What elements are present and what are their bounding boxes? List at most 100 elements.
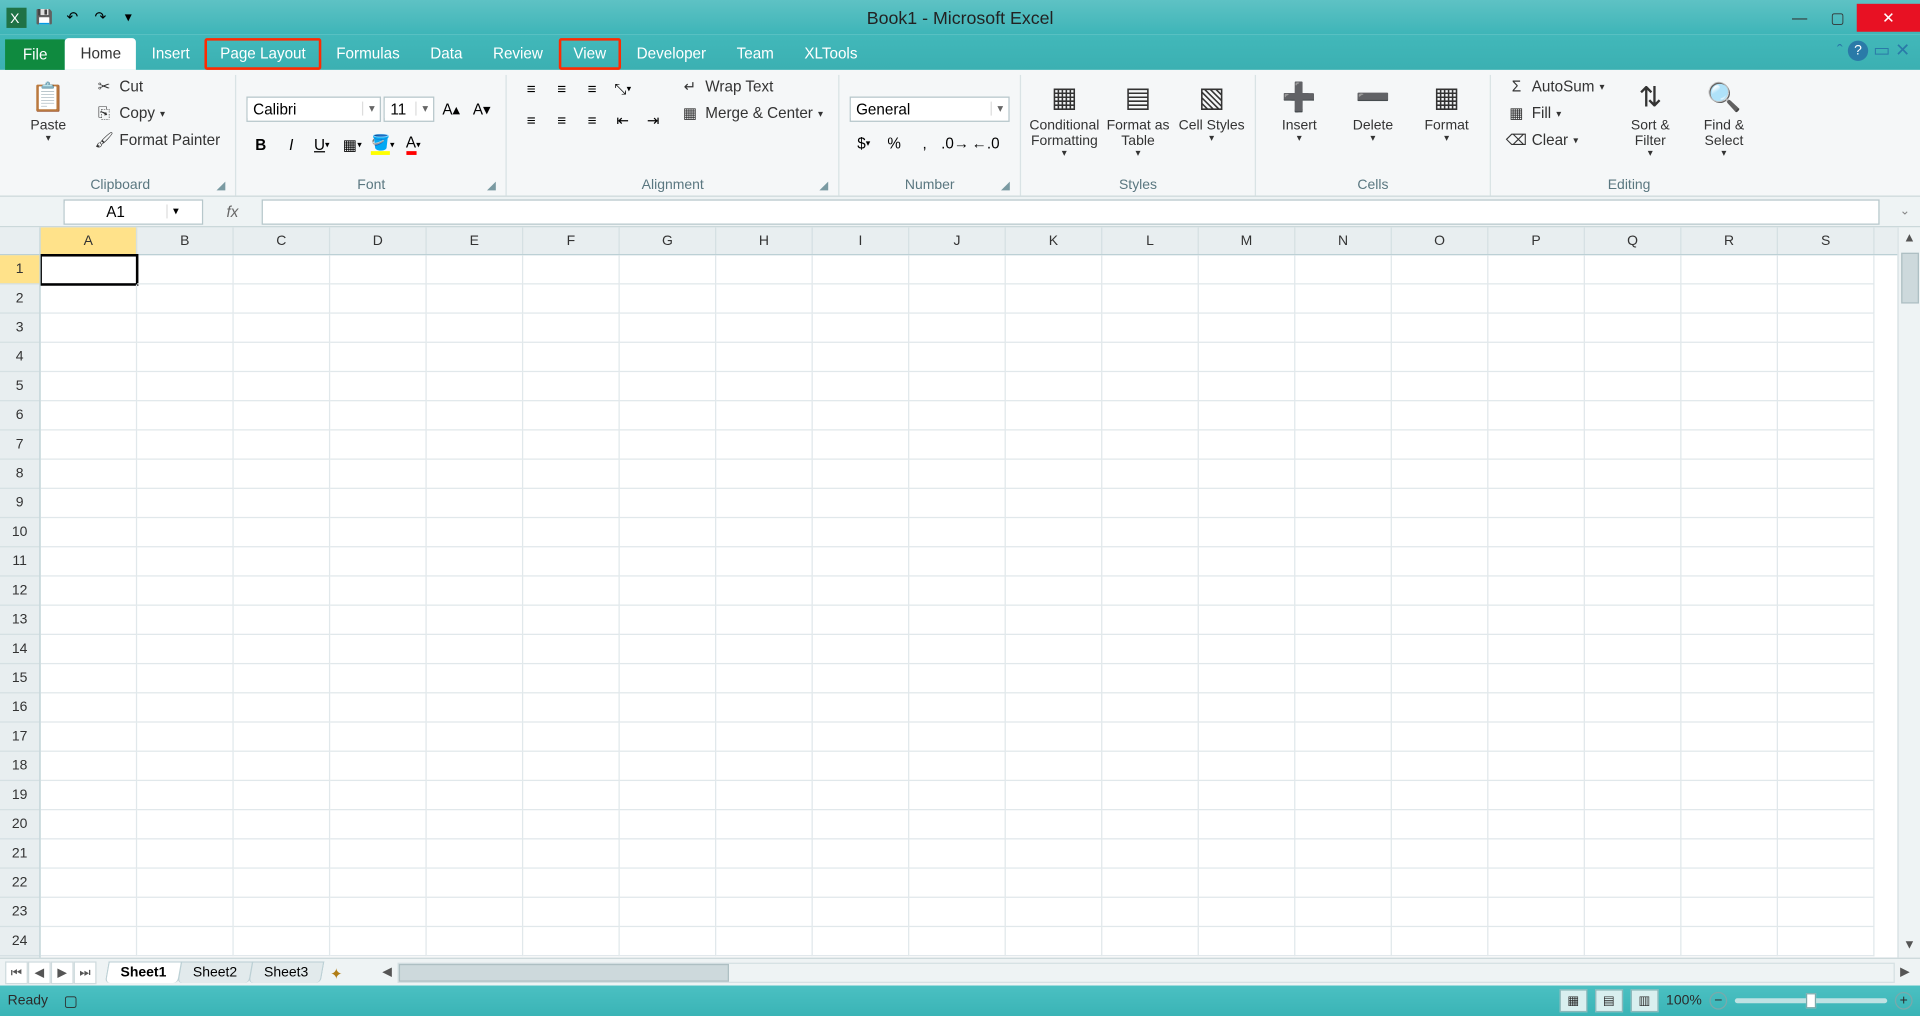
hscroll-thumb[interactable] <box>399 963 729 981</box>
cell-R12[interactable] <box>1681 577 1778 606</box>
cell-K21[interactable] <box>1006 839 1103 868</box>
cell-J15[interactable] <box>909 664 1006 693</box>
cell-K22[interactable] <box>1006 869 1103 898</box>
cell-H18[interactable] <box>716 752 813 781</box>
row-header-18[interactable]: 18 <box>0 752 39 781</box>
cell-B7[interactable] <box>137 431 234 460</box>
page-break-view-icon[interactable]: ▥ <box>1631 989 1659 1012</box>
tab-xltools[interactable]: XLTools <box>789 38 873 70</box>
doc-close-icon[interactable]: ✕ <box>1895 39 1910 61</box>
cell-N20[interactable] <box>1295 810 1392 839</box>
cell-N9[interactable] <box>1295 489 1392 518</box>
cell-A22[interactable] <box>41 869 138 898</box>
cell-M22[interactable] <box>1199 869 1296 898</box>
cell-J3[interactable] <box>909 314 1006 343</box>
cell-G19[interactable] <box>620 781 717 810</box>
column-header-G[interactable]: G <box>620 227 717 254</box>
cell-M9[interactable] <box>1199 489 1296 518</box>
increase-font-icon[interactable]: A▴ <box>437 95 465 123</box>
cell-J20[interactable] <box>909 810 1006 839</box>
cell-B13[interactable] <box>137 606 234 635</box>
cell-G21[interactable] <box>620 839 717 868</box>
cell-G23[interactable] <box>620 898 717 927</box>
border-button[interactable]: ▦▾ <box>338 130 366 158</box>
cell-M20[interactable] <box>1199 810 1296 839</box>
cell-A21[interactable] <box>41 839 138 868</box>
cell-E8[interactable] <box>427 460 524 489</box>
cell-E3[interactable] <box>427 314 524 343</box>
column-header-L[interactable]: L <box>1102 227 1199 254</box>
column-header-A[interactable]: A <box>41 227 138 254</box>
cell-J6[interactable] <box>909 401 1006 430</box>
cell-C19[interactable] <box>234 781 331 810</box>
cell-O15[interactable] <box>1392 664 1489 693</box>
cell-K7[interactable] <box>1006 431 1103 460</box>
cell-M18[interactable] <box>1199 752 1296 781</box>
cell-G17[interactable] <box>620 723 717 752</box>
name-box[interactable]: ▾ <box>64 199 204 224</box>
cell-C6[interactable] <box>234 401 331 430</box>
cell-S23[interactable] <box>1778 898 1875 927</box>
zoom-slider[interactable] <box>1735 998 1887 1003</box>
cell-I20[interactable] <box>813 810 910 839</box>
cell-K18[interactable] <box>1006 752 1103 781</box>
cell-J14[interactable] <box>909 635 1006 664</box>
cell-H11[interactable] <box>716 547 813 576</box>
cell-D11[interactable] <box>330 547 427 576</box>
align-left-icon[interactable]: ≡ <box>517 107 545 135</box>
cell-R24[interactable] <box>1681 927 1778 956</box>
cell-C13[interactable] <box>234 606 331 635</box>
cell-J4[interactable] <box>909 343 1006 372</box>
cell-D1[interactable] <box>330 255 427 284</box>
cell-I9[interactable] <box>813 489 910 518</box>
cell-D5[interactable] <box>330 372 427 401</box>
scroll-down-icon[interactable]: ▼ <box>1899 935 1920 958</box>
cell-B2[interactable] <box>137 284 234 313</box>
column-header-K[interactable]: K <box>1006 227 1103 254</box>
cell-G3[interactable] <box>620 314 717 343</box>
cell-K12[interactable] <box>1006 577 1103 606</box>
cell-B19[interactable] <box>137 781 234 810</box>
cell-J1[interactable] <box>909 255 1006 284</box>
cell-D18[interactable] <box>330 752 427 781</box>
cell-D13[interactable] <box>330 606 427 635</box>
cell-D22[interactable] <box>330 869 427 898</box>
cell-L23[interactable] <box>1102 898 1199 927</box>
bold-button[interactable]: B <box>247 130 275 158</box>
cell-G13[interactable] <box>620 606 717 635</box>
tab-home[interactable]: Home <box>65 38 136 70</box>
cell-I14[interactable] <box>813 635 910 664</box>
cell-A16[interactable] <box>41 693 138 722</box>
formula-input[interactable] <box>262 199 1880 224</box>
cell-C22[interactable] <box>234 869 331 898</box>
cell-S8[interactable] <box>1778 460 1875 489</box>
cell-L2[interactable] <box>1102 284 1199 313</box>
column-header-P[interactable]: P <box>1488 227 1585 254</box>
cell-H8[interactable] <box>716 460 813 489</box>
cell-E20[interactable] <box>427 810 524 839</box>
cell-F14[interactable] <box>523 635 620 664</box>
cell-M17[interactable] <box>1199 723 1296 752</box>
cell-G24[interactable] <box>620 927 717 956</box>
column-header-M[interactable]: M <box>1199 227 1296 254</box>
cell-K10[interactable] <box>1006 518 1103 547</box>
cell-G16[interactable] <box>620 693 717 722</box>
tab-team[interactable]: Team <box>721 38 789 70</box>
cell-L5[interactable] <box>1102 372 1199 401</box>
tab-view[interactable]: View <box>558 38 621 70</box>
cell-O24[interactable] <box>1392 927 1489 956</box>
cell-B8[interactable] <box>137 460 234 489</box>
cell-R11[interactable] <box>1681 547 1778 576</box>
cell-M5[interactable] <box>1199 372 1296 401</box>
cell-S13[interactable] <box>1778 606 1875 635</box>
cell-M23[interactable] <box>1199 898 1296 927</box>
cell-C11[interactable] <box>234 547 331 576</box>
cell-H19[interactable] <box>716 781 813 810</box>
cell-A1[interactable] <box>41 255 138 284</box>
cell-P11[interactable] <box>1488 547 1585 576</box>
cell-K2[interactable] <box>1006 284 1103 313</box>
cell-B22[interactable] <box>137 869 234 898</box>
cell-I5[interactable] <box>813 372 910 401</box>
cell-A19[interactable] <box>41 781 138 810</box>
cell-A18[interactable] <box>41 752 138 781</box>
